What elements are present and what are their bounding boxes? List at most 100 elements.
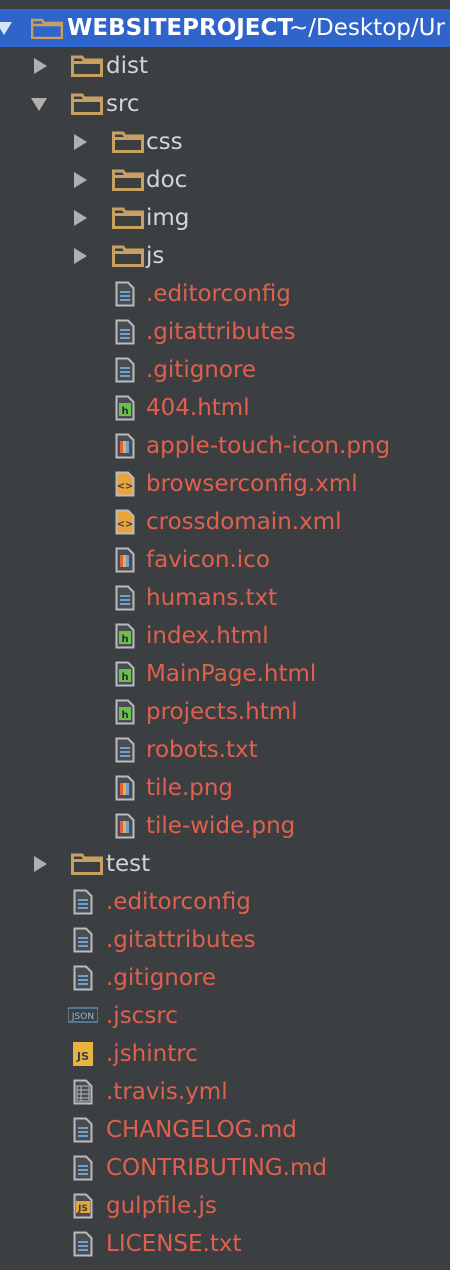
file-row-robots-txt[interactable]: robots.txt [0, 731, 450, 769]
file-row-apple-touch-icon-png[interactable]: apple-touch-icon.png [0, 427, 450, 465]
file-row-editorconfig[interactable]: .editorconfig [0, 883, 450, 921]
file-row-contributing-md[interactable]: CONTRIBUTING.md [0, 1149, 450, 1187]
file-row-projects-html[interactable]: h projects.html [0, 693, 450, 731]
folder-icon [112, 207, 144, 229]
file-row-favicon-ico[interactable]: favicon.ico [0, 541, 450, 579]
file-row-gitattributes[interactable]: .gitattributes [0, 921, 450, 959]
svg-text:<>: <> [117, 481, 134, 492]
file-row-editorconfig[interactable]: .editorconfig [0, 275, 450, 313]
expand-arrow-icon[interactable] [0, 22, 12, 35]
folder-row-dist[interactable]: dist [0, 47, 450, 85]
image-file-icon [115, 547, 135, 573]
svg-text:JS: JS [77, 1204, 88, 1214]
file-name: .gitignore [146, 357, 257, 383]
file-name: CONTRIBUTING.md [106, 1155, 327, 1181]
svg-text:h: h [121, 672, 128, 683]
file-row-browserconfig-xml[interactable]: <> browserconfig.xml [0, 465, 450, 503]
file-name: MainPage.html [146, 661, 317, 687]
file-row-humans-txt[interactable]: humans.txt [0, 579, 450, 617]
file-row-jshintrc[interactable]: JS .jshintrc [0, 1035, 450, 1073]
image-file-icon [115, 813, 135, 839]
text-file-icon [115, 737, 135, 763]
text-file-icon [73, 889, 93, 915]
file-row-tile-png[interactable]: tile.png [0, 769, 450, 807]
folder-row-doc[interactable]: doc [0, 161, 450, 199]
text-file-icon [115, 319, 135, 345]
file-row-gitignore[interactable]: .gitignore [0, 351, 450, 389]
json-file-icon: JSON [68, 1007, 98, 1023]
file-name: .jscsrc [106, 1003, 178, 1029]
file-name: LICENSE.txt [106, 1231, 242, 1257]
project-path: ~/Desktop/Ur [289, 15, 445, 41]
file-name: tile.png [146, 775, 234, 801]
file-name: 404.html [146, 395, 250, 421]
js-file-icon: JS [73, 1193, 93, 1219]
folder-row-test[interactable]: test [0, 845, 450, 883]
xml-file-icon: <> [115, 471, 135, 497]
file-name: favicon.ico [146, 547, 270, 573]
file-name: .gitattributes [146, 319, 296, 345]
image-file-icon [115, 775, 135, 801]
file-name: .editorconfig [146, 281, 291, 307]
svg-text:h: h [121, 634, 128, 645]
html-file-icon: h [115, 661, 135, 687]
text-file-icon [73, 1117, 93, 1143]
svg-text:<>: <> [117, 519, 134, 530]
project-root-row[interactable]: WEBSITEPROJECT ~/Desktop/Ur [0, 9, 450, 47]
svg-text:h: h [121, 710, 128, 721]
text-file-icon [73, 1231, 93, 1257]
folder-name: img [146, 205, 190, 231]
file-row-travis-yml[interactable]: .travis.yml [0, 1073, 450, 1111]
file-name: CHANGELOG.md [106, 1117, 297, 1143]
folder-name: js [146, 243, 165, 269]
file-name: .jshintrc [106, 1041, 198, 1067]
file-name: browserconfig.xml [146, 471, 358, 497]
file-row-crossdomain-xml[interactable]: <> crossdomain.xml [0, 503, 450, 541]
file-name: .travis.yml [106, 1079, 228, 1105]
image-file-icon [115, 433, 135, 459]
collapsed-arrow-icon[interactable] [74, 248, 87, 264]
collapsed-arrow-icon[interactable] [34, 58, 47, 74]
folder-name: doc [146, 167, 188, 193]
file-name: .editorconfig [106, 889, 251, 915]
js-config-icon: JS [73, 1042, 93, 1066]
file-row-gulpfile-js[interactable]: JS gulpfile.js [0, 1187, 450, 1225]
collapsed-arrow-icon[interactable] [74, 134, 87, 150]
folder-name: src [106, 91, 140, 117]
file-name: apple-touch-icon.png [146, 433, 391, 459]
html-file-icon: h [115, 395, 135, 421]
folder-row-img[interactable]: img [0, 199, 450, 237]
file-row-index-html[interactable]: h index.html [0, 617, 450, 655]
text-file-icon [73, 965, 93, 991]
collapsed-arrow-icon[interactable] [74, 210, 87, 226]
svg-text:JSON: JSON [71, 1012, 94, 1022]
collapsed-arrow-icon[interactable] [34, 856, 47, 872]
file-row-gitignore[interactable]: .gitignore [0, 959, 450, 997]
folder-row-src[interactable]: src [0, 85, 450, 123]
text-file-icon [115, 357, 135, 383]
html-file-icon: h [115, 623, 135, 649]
folder-row-js[interactable]: js [0, 237, 450, 275]
folder-name: dist [106, 53, 148, 79]
file-name: tile-wide.png [146, 813, 296, 839]
folder-name: test [106, 851, 151, 877]
collapsed-arrow-icon[interactable] [74, 172, 87, 188]
folder-row-css[interactable]: css [0, 123, 450, 161]
file-row-jscsrc[interactable]: JSON .jscsrc [0, 997, 450, 1035]
file-row-license-txt[interactable]: LICENSE.txt [0, 1225, 450, 1263]
file-row-404-html[interactable]: h 404.html [0, 389, 450, 427]
file-row-changelog-md[interactable]: CHANGELOG.md [0, 1111, 450, 1149]
file-row-tile-wide-png[interactable]: tile-wide.png [0, 807, 450, 845]
file-name: .gitattributes [106, 927, 256, 953]
folder-name: css [146, 129, 183, 155]
expanded-arrow-icon[interactable] [31, 98, 47, 111]
file-name: .gitignore [106, 965, 217, 991]
folder-icon [112, 131, 144, 153]
svg-text:h: h [121, 406, 128, 417]
file-name: humans.txt [146, 585, 278, 611]
folder-icon [31, 18, 63, 39]
text-file-icon [115, 281, 135, 307]
file-row-mainpage-html[interactable]: h MainPage.html [0, 655, 450, 693]
folder-icon [71, 853, 103, 875]
file-row-gitattributes[interactable]: .gitattributes [0, 313, 450, 351]
